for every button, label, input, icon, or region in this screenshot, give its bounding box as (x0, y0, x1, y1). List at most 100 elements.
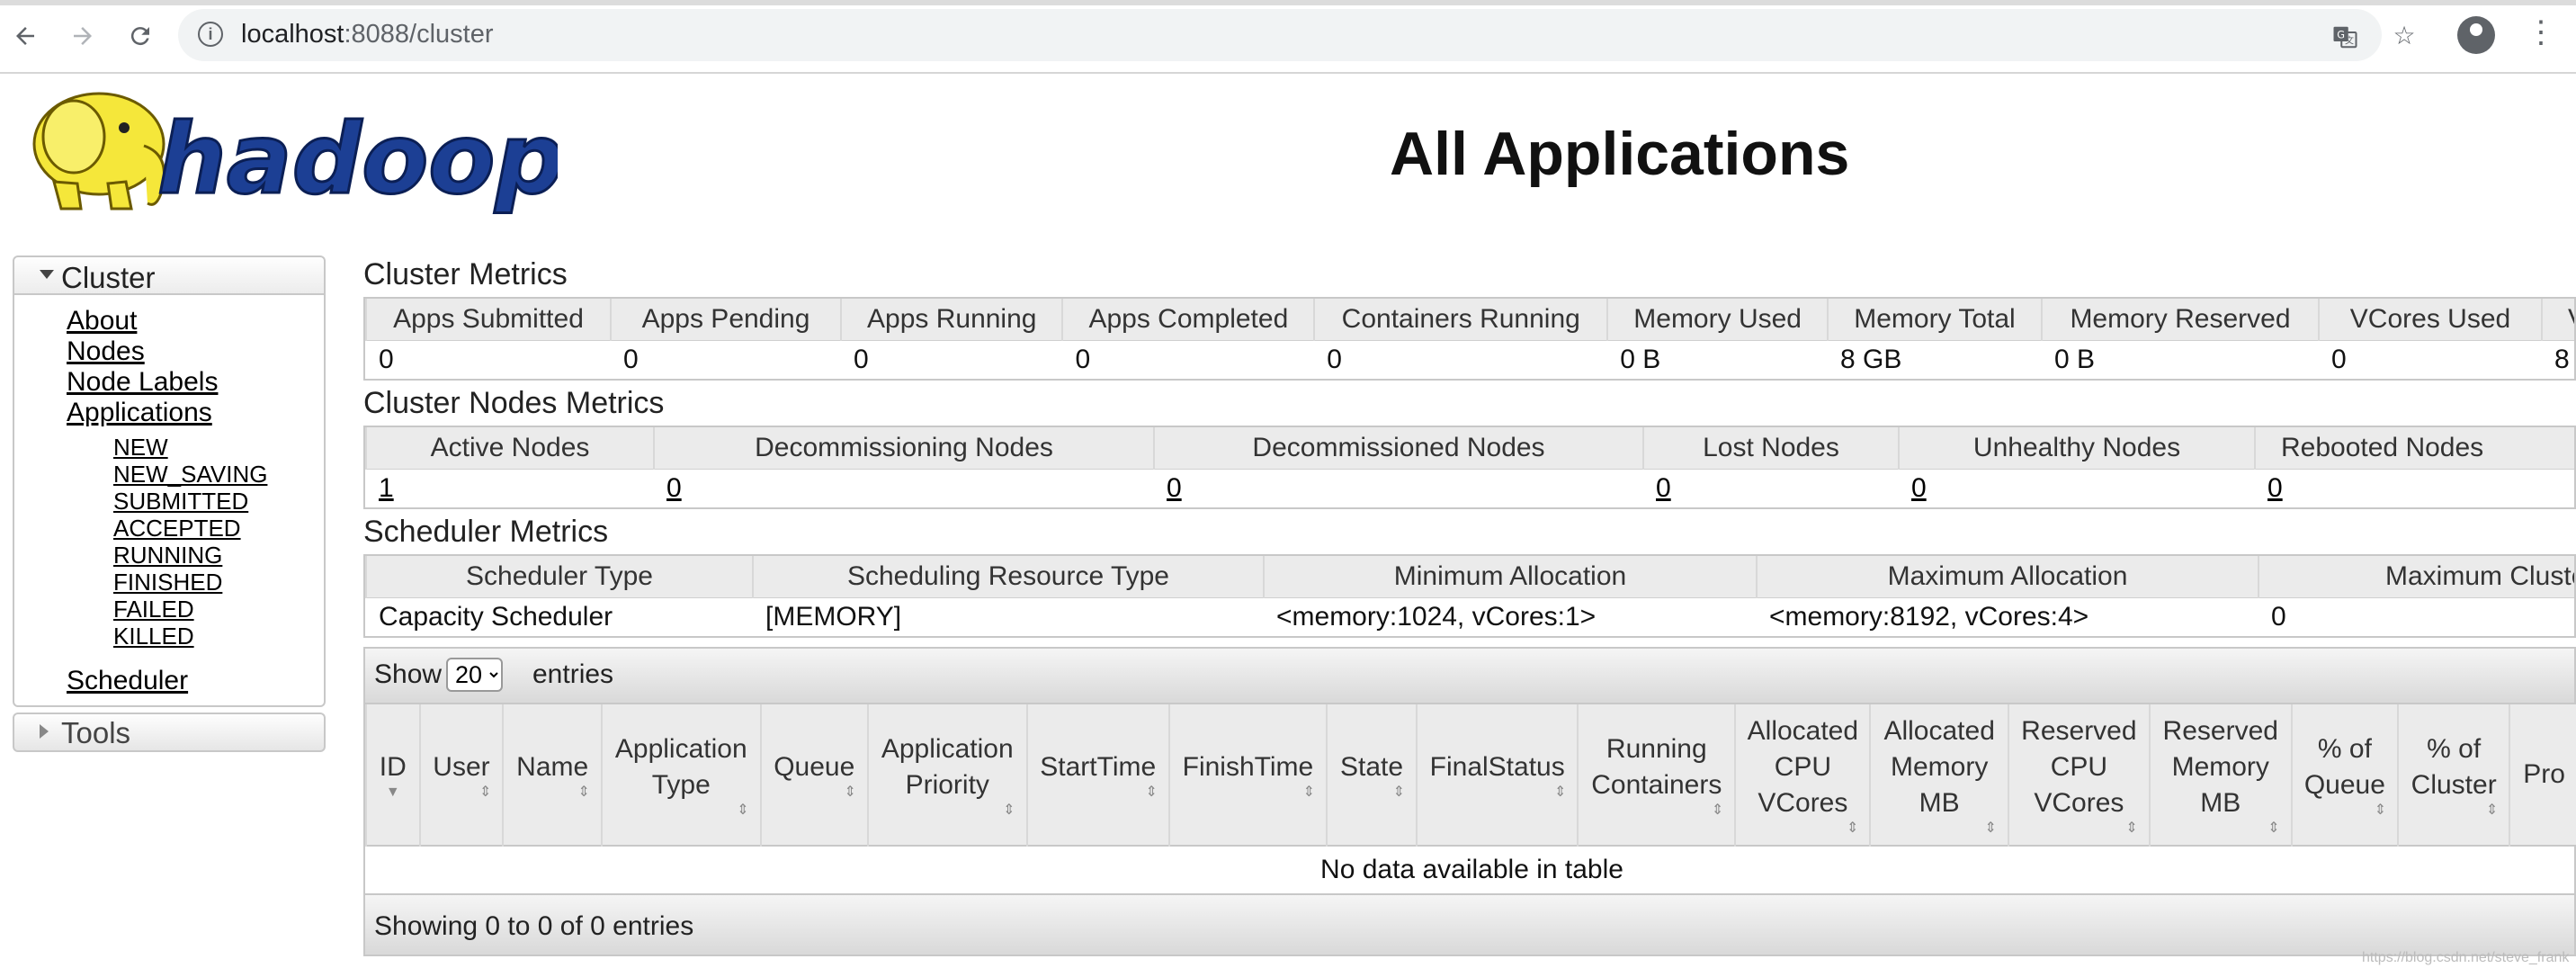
sort-both-icon[interactable]: ⇕ (2303, 803, 2386, 818)
sort-both-icon[interactable]: ⇕ (2161, 821, 2279, 836)
column-header[interactable]: Name ⇕ (502, 703, 602, 846)
sort-both-icon[interactable]: ⇕ (514, 785, 590, 800)
state-link-new[interactable]: NEW (113, 434, 324, 461)
column-header[interactable]: State ⇕ (1325, 703, 1418, 846)
metric-header[interactable]: Memory Reserved (2040, 299, 2319, 341)
metric-header[interactable]: Memory Used (1606, 299, 1828, 341)
column-header[interactable]: FinalStatus ⇕ (1416, 703, 1579, 846)
column-header[interactable]: Pro (2509, 703, 2576, 846)
sort-both-icon[interactable]: ⇕ (1747, 821, 1858, 836)
column-header[interactable]: Queue ⇕ (759, 703, 868, 846)
address-bar[interactable]: i localhost:8088/cluster G文 (178, 9, 2382, 61)
sort-both-icon[interactable]: ⇕ (1882, 821, 1997, 836)
state-link-accepted[interactable]: ACCEPTED (113, 515, 324, 542)
metric-header[interactable]: Apps Submitted (365, 299, 611, 341)
metric-value: 0 B (1607, 340, 1828, 379)
browser-menu-icon[interactable]: ⋮ (2526, 13, 2556, 52)
metric-header[interactable]: VCores Used (2317, 299, 2542, 341)
metric-header[interactable]: Minimum Allocation (1263, 556, 1757, 598)
cluster-panel-header[interactable]: Cluster (14, 257, 324, 295)
column-header[interactable]: Reserved CPU VCores ⇕ (2007, 703, 2150, 846)
sort-both-icon[interactable]: ⇕ (613, 803, 748, 818)
sort-both-icon[interactable]: ⇕ (1428, 785, 1566, 800)
page-size-select[interactable]: 20 (446, 658, 503, 692)
sort-both-icon[interactable]: ⇕ (880, 803, 1015, 818)
metric-header[interactable]: Apps Pending (610, 299, 841, 341)
tools-panel-header[interactable]: Tools (13, 713, 326, 752)
column-header[interactable]: Allocated Memory MB ⇕ (1869, 703, 2008, 846)
decommissioning-nodes-link[interactable]: 0 (666, 473, 682, 503)
column-header[interactable]: User ⇕ (418, 703, 504, 846)
forward-arrow-icon[interactable] (63, 16, 103, 56)
sidebar-link-about[interactable]: About (67, 306, 324, 336)
metric-header[interactable]: Lost Nodes (1642, 427, 1899, 470)
metric-header[interactable]: Scheduling Resource Type (752, 556, 1264, 598)
metric-header[interactable]: Decommissioning Nodes (653, 427, 1154, 470)
sidebar-link-nodes[interactable]: Nodes (67, 336, 324, 367)
metric-header[interactable]: Apps Completed (1061, 299, 1315, 341)
sort-desc-icon[interactable]: ▼ (378, 785, 408, 800)
column-header[interactable]: FinishTime ⇕ (1167, 703, 1327, 846)
metric-header[interactable]: Memory Total (1826, 299, 2042, 341)
column-header[interactable]: % of Cluster ⇕ (2397, 703, 2510, 846)
column-header-label: Name (514, 749, 590, 785)
state-link-new-saving[interactable]: NEW_SAVING (113, 461, 324, 488)
column-header-label: Application Type (613, 731, 749, 803)
metric-header[interactable]: Active Nodes (365, 427, 654, 470)
column-header[interactable]: Application Priority ⇕ (866, 703, 1027, 846)
sort-both-icon[interactable]: ⇕ (773, 785, 856, 800)
svg-text:文: 文 (2345, 35, 2354, 47)
metric-header[interactable]: Unhealthy Nodes (1898, 427, 2255, 470)
url-text[interactable]: localhost:8088/cluster (241, 20, 494, 49)
site-info-icon[interactable]: i (198, 22, 223, 47)
reload-icon[interactable] (121, 16, 160, 56)
sort-both-icon[interactable]: ⇕ (1338, 785, 1405, 800)
state-link-failed[interactable]: FAILED (113, 596, 324, 623)
metric-header[interactable]: Maximum Allocation (1756, 556, 2258, 598)
translate-icon[interactable]: G文 (2330, 22, 2360, 52)
column-header[interactable]: StartTime ⇕ (1025, 703, 1169, 846)
bookmark-star-icon[interactable]: ☆ (2389, 20, 2419, 50)
column-header[interactable]: ID ▼ (365, 703, 420, 846)
metric-header[interactable]: Scheduler Type (365, 556, 753, 598)
page-title: All Applications (1390, 120, 1850, 188)
metric-header[interactable]: Rebooted Nodes (2254, 427, 2574, 470)
metric-header[interactable]: VCore (2540, 299, 2574, 341)
metric-value: 0 (1062, 340, 1315, 379)
sort-both-icon[interactable]: ⇕ (1589, 803, 1723, 818)
decommissioned-nodes-link[interactable]: 0 (1167, 473, 1182, 503)
state-link-finished[interactable]: FINISHED (113, 569, 324, 596)
column-header[interactable]: Running Containers ⇕ (1577, 703, 1736, 846)
state-link-running[interactable]: RUNNING (113, 542, 324, 569)
state-link-submitted[interactable]: SUBMITTED (113, 488, 324, 515)
active-nodes-link[interactable]: 1 (379, 473, 394, 503)
metric-header[interactable]: Apps Running (839, 299, 1063, 341)
column-header-line: ID (379, 752, 407, 782)
unhealthy-nodes-link[interactable]: 0 (1911, 473, 1927, 503)
column-header[interactable]: % of Queue ⇕ (2290, 703, 2399, 846)
lost-nodes-link[interactable]: 0 (1656, 473, 1671, 503)
back-arrow-icon[interactable] (5, 16, 45, 56)
state-link-killed[interactable]: KILLED (113, 623, 324, 650)
metric-header[interactable]: Maximum Cluste (2258, 556, 2574, 598)
sort-both-icon[interactable]: ⇕ (2020, 821, 2137, 836)
rebooted-nodes-link[interactable]: 0 (2267, 473, 2283, 503)
account-avatar-icon[interactable] (2457, 16, 2495, 54)
sort-both-icon[interactable]: ⇕ (2410, 803, 2498, 818)
column-header[interactable]: Reserved Memory MB ⇕ (2148, 703, 2292, 846)
sort-both-icon[interactable]: ⇕ (1181, 785, 1315, 800)
column-header[interactable]: Allocated CPU VCores ⇕ (1734, 703, 1871, 846)
sidebar-link-applications[interactable]: Applications (67, 398, 324, 428)
column-header-label: ID (378, 749, 408, 785)
column-header-line: Memory (1891, 752, 1989, 782)
cluster-metrics-title: Cluster Metrics (363, 257, 568, 291)
metric-header[interactable]: Decommissioned Nodes (1153, 427, 1643, 470)
sort-both-icon[interactable]: ⇕ (432, 785, 491, 800)
sidebar-link-node-labels[interactable]: Node Labels (67, 367, 324, 398)
sort-both-icon[interactable]: ⇕ (1039, 785, 1157, 800)
column-header-line: Application (881, 734, 1014, 764)
sidebar-link-scheduler[interactable]: Scheduler (67, 666, 324, 696)
column-header[interactable]: Application Type ⇕ (600, 703, 761, 846)
metric-header[interactable]: Containers Running (1313, 299, 1608, 341)
column-header-line: FinalStatus (1429, 752, 1565, 782)
